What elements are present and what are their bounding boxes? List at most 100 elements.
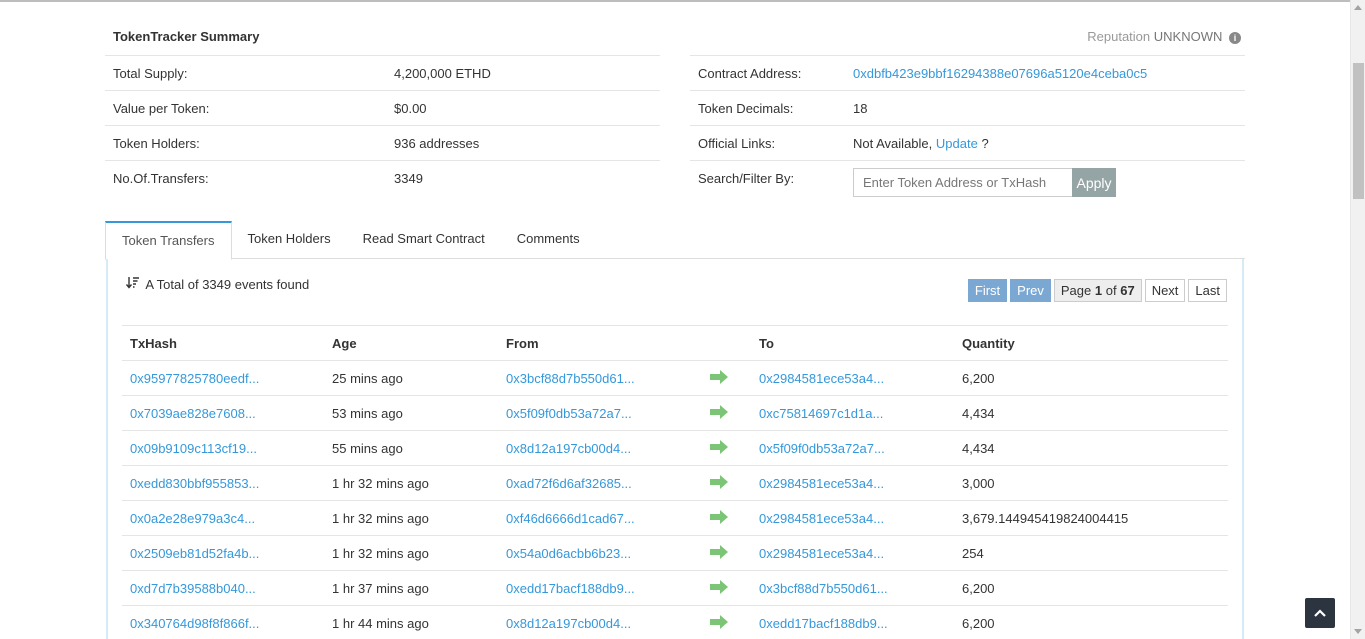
arrow-right-icon <box>709 404 729 419</box>
direction-cell <box>701 430 751 466</box>
txhash-cell: 0x0a2e28e979a3c4... <box>122 500 324 536</box>
from-address-link[interactable]: 0x5f09f0db53a72a7... <box>506 406 632 421</box>
search-form: Apply <box>853 168 1116 197</box>
table-row: 0x0a2e28e979a3c4... 1 hr 32 mins ago 0xf46… <box>122 500 1228 536</box>
table-row: 0xd7d7b39588b040... 1 hr 37 mins ago 0xedd… <box>122 570 1228 606</box>
arrow-right-icon <box>709 474 729 489</box>
first-page-button[interactable]: First <box>967 279 1008 302</box>
header-quantity: Quantity <box>954 325 1228 361</box>
table-row: 0xedd830bbf955853... 1 hr 32 mins ago 0xad… <box>122 465 1228 501</box>
txhash-link[interactable]: 0x2509eb81d52fa4b... <box>130 546 259 561</box>
age-cell: 55 mins ago <box>324 430 498 466</box>
to-address-link[interactable]: 0x2984581ece53a4... <box>759 476 884 491</box>
to-address-link[interactable]: 0xedd17bacf188db9... <box>759 616 888 631</box>
decimals-value: 18 <box>853 100 868 116</box>
quantity-cell: 3,000 <box>954 465 1228 501</box>
decimals-row: Token Decimals: 18 <box>690 90 1245 125</box>
to-cell: 0xedd17bacf188db9... <box>751 605 954 639</box>
txhash-cell: 0xd7d7b39588b040... <box>122 570 324 606</box>
arrow-right-icon <box>709 369 729 384</box>
to-address-link[interactable]: 0x5f09f0db53a72a7... <box>759 441 885 456</box>
from-address-link[interactable]: 0xf46d6666d1cad67... <box>506 511 635 526</box>
to-address-link[interactable]: 0x3bcf88d7b550d61... <box>759 581 888 596</box>
tab-token-transfers[interactable]: Token Transfers <box>105 221 232 260</box>
decimals-label: Token Decimals: <box>698 100 794 116</box>
txhash-link[interactable]: 0x7039ae828e7608... <box>130 406 256 421</box>
from-cell: 0x3bcf88d7b550d61... <box>498 360 701 396</box>
official-links-text: Not Available, <box>853 135 933 151</box>
prev-page-button[interactable]: Prev <box>1010 279 1051 302</box>
next-page-button[interactable]: Next <box>1144 279 1186 302</box>
txhash-link[interactable]: 0x09b9109c113cf19... <box>130 441 257 456</box>
scroll-down-arrow[interactable] <box>1354 629 1362 634</box>
txhash-link[interactable]: 0x340764d98f8f866f... <box>130 616 259 631</box>
table-row: 0x09b9109c113cf19... 55 mins ago 0x8d12a19… <box>122 430 1228 466</box>
txhash-link[interactable]: 0xedd830bbf955853... <box>130 476 259 491</box>
scroll-up-arrow[interactable] <box>1354 5 1362 10</box>
tab-token-holders[interactable]: Token Holders <box>232 221 347 259</box>
search-input[interactable] <box>853 168 1072 197</box>
to-address-link[interactable]: 0x2984581ece53a4... <box>759 511 884 526</box>
from-cell: 0x5f09f0db53a72a7... <box>498 395 701 431</box>
from-address-link[interactable]: 0xad72f6d6af32685... <box>506 476 632 491</box>
total-events-text: A Total of 3349 events found <box>145 277 310 292</box>
total-supply-value: 4,200,000 ETHD <box>394 65 491 81</box>
direction-cell <box>701 360 751 396</box>
info-icon[interactable]: i <box>1229 32 1241 44</box>
transfers-table: TxHash Age From To Quantity 0x9597782578… <box>122 325 1228 639</box>
from-address-link[interactable]: 0xedd17bacf188db9... <box>506 581 635 596</box>
to-address-link[interactable]: 0x2984581ece53a4... <box>759 371 884 386</box>
summary-left: Total Supply: 4,200,000 ETHD Value per T… <box>105 55 660 195</box>
scroll-to-top-button[interactable] <box>1305 598 1335 628</box>
from-address-link[interactable]: 0x8d12a197cb00d4... <box>506 441 631 456</box>
direction-cell <box>701 605 751 639</box>
txhash-link[interactable]: 0xd7d7b39588b040... <box>130 581 256 596</box>
to-address-link[interactable]: 0x2984581ece53a4... <box>759 546 884 561</box>
page-scrollbar[interactable] <box>1350 0 1365 639</box>
from-address-link[interactable]: 0x54a0d6acbb6b23... <box>506 546 631 561</box>
last-page-button[interactable]: Last <box>1188 279 1227 302</box>
from-cell: 0xad72f6d6af32685... <box>498 465 701 501</box>
quantity-cell: 6,200 <box>954 605 1228 639</box>
arrow-right-icon <box>709 579 729 594</box>
to-address-link[interactable]: 0xc75814697c1d1a... <box>759 406 883 421</box>
token-holders-label: Token Holders: <box>113 135 200 151</box>
tab-comments[interactable]: Comments <box>501 221 596 259</box>
age-cell: 1 hr 32 mins ago <box>324 535 498 571</box>
official-links-suffix: ? <box>981 135 989 151</box>
table-row: 0x95977825780eedf... 25 mins ago 0x3bcf88d… <box>122 360 1228 396</box>
txhash-cell: 0x09b9109c113cf19... <box>122 430 324 466</box>
contract-address-link[interactable]: 0xdbfb423e9bbf16294388e07696a5120e4ceba0… <box>853 66 1147 81</box>
txhash-cell: 0x7039ae828e7608... <box>122 395 324 431</box>
table-row: 0x340764d98f8f866f... 1 hr 44 mins ago 0x8… <box>122 605 1228 639</box>
tab-bar: Token Transfers Token Holders Read Smart… <box>105 221 1245 260</box>
transfers-row: No.Of.Transfers: 3349 <box>105 160 660 195</box>
table-header-row: TxHash Age From To Quantity <box>122 325 1228 361</box>
header-from: From <box>498 325 701 361</box>
txhash-link[interactable]: 0x95977825780eedf... <box>130 371 259 386</box>
apply-button[interactable]: Apply <box>1072 168 1116 197</box>
age-cell: 1 hr 32 mins ago <box>324 465 498 501</box>
to-cell: 0x2984581ece53a4... <box>751 465 954 501</box>
quantity-cell: 4,434 <box>954 430 1228 466</box>
scroll-thumb[interactable] <box>1353 63 1364 199</box>
to-cell: 0x2984581ece53a4... <box>751 500 954 536</box>
quantity-cell: 6,200 <box>954 570 1228 606</box>
direction-cell <box>701 500 751 536</box>
total-supply-row: Total Supply: 4,200,000 ETHD <box>105 55 660 90</box>
header-to: To <box>751 325 954 361</box>
txhash-cell: 0xedd830bbf955853... <box>122 465 324 501</box>
summary-right: Contract Address: 0xdbfb423e9bbf16294388… <box>690 55 1245 205</box>
reputation-label: Reputation <box>1087 29 1151 44</box>
update-link[interactable]: Update <box>936 136 978 151</box>
to-cell: 0xc75814697c1d1a... <box>751 395 954 431</box>
page-current: 1 <box>1094 283 1103 298</box>
page-prefix: Page <box>1060 283 1092 298</box>
tab-read-smart-contract[interactable]: Read Smart Contract <box>347 221 501 259</box>
from-address-link[interactable]: 0x8d12a197cb00d4... <box>506 616 631 631</box>
quantity-cell: 4,434 <box>954 395 1228 431</box>
pagination: First Prev Page 1 of 67 Next Last <box>967 279 1227 302</box>
from-address-link[interactable]: 0x3bcf88d7b550d61... <box>506 371 635 386</box>
reputation: Reputation UNKNOWN i <box>1087 29 1241 44</box>
txhash-link[interactable]: 0x0a2e28e979a3c4... <box>130 511 255 526</box>
